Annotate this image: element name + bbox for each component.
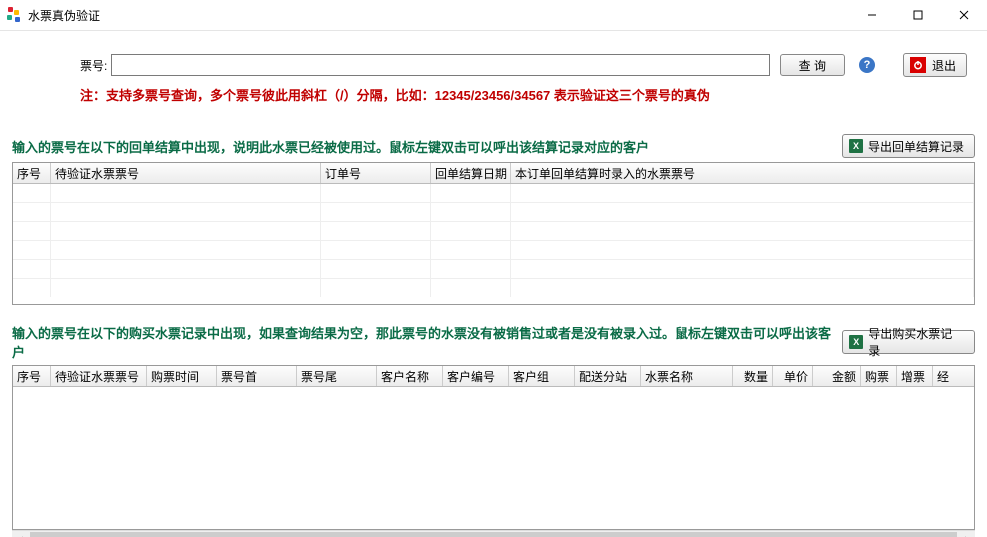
window-controls (849, 0, 987, 30)
col-ticket[interactable]: 待验证水票票号 (51, 163, 321, 183)
settlement-table-body[interactable] (13, 184, 974, 304)
col-entered[interactable]: 本订单回单结算时录入的水票票号 (511, 163, 974, 183)
scroll-right-button[interactable] (958, 531, 975, 537)
purchase-table: 序号 待验证水票票号 购票时间 票号首 票号尾 客户名称 客户编号 客户组 配送… (12, 365, 975, 530)
col-via[interactable]: 经 (933, 366, 974, 386)
table-row[interactable] (13, 279, 974, 297)
power-icon (910, 57, 926, 73)
exit-button-label: 退出 (932, 57, 956, 74)
query-button[interactable]: 查 询 (780, 54, 845, 76)
col-price[interactable]: 单价 (773, 366, 813, 386)
export-settlement-label: 导出回单结算记录 (868, 138, 964, 155)
purchase-table-body[interactable] (13, 387, 974, 529)
scroll-thumb[interactable] (30, 532, 957, 537)
excel-icon: X (849, 335, 863, 349)
section2-desc: 输入的票号在以下的购买水票记录中出现，如果查询结果为空，那此票号的水票没有被销售… (12, 323, 842, 361)
table-row[interactable] (13, 184, 974, 203)
horizontal-scrollbar[interactable] (12, 530, 975, 537)
table-row[interactable] (13, 260, 974, 279)
section1-desc: 输入的票号在以下的回单结算中出现，说明此水票已经被使用过。鼠标左键双击可以呼出该… (12, 137, 649, 156)
col-seq[interactable]: 序号 (13, 163, 51, 183)
exit-button[interactable]: 退出 (903, 53, 967, 77)
table-row[interactable] (13, 241, 974, 260)
maximize-button[interactable] (895, 0, 941, 30)
col-seq[interactable]: 序号 (13, 366, 51, 386)
col-custname[interactable]: 客户名称 (377, 366, 443, 386)
titlebar: 水票真伪验证 (0, 0, 987, 31)
settlement-table: 序号 待验证水票票号 订单号 回单结算日期 本订单回单结算时录入的水票票号 (12, 162, 975, 305)
settlement-table-header: 序号 待验证水票票号 订单号 回单结算日期 本订单回单结算时录入的水票票号 (13, 163, 974, 184)
close-button[interactable] (941, 0, 987, 30)
purchase-table-header: 序号 待验证水票票号 购票时间 票号首 票号尾 客户名称 客户编号 客户组 配送… (13, 366, 974, 387)
col-custno[interactable]: 客户编号 (443, 366, 509, 386)
help-icon[interactable]: ? (859, 57, 875, 73)
col-tickettail[interactable]: 票号尾 (297, 366, 377, 386)
note-text: 注：支持多票号查询，多个票号彼此用斜杠（/）分隔，比如：12345/23456/… (80, 85, 967, 104)
col-add[interactable]: 增票 (897, 366, 933, 386)
query-row: 票号: 查 询 ? 退出 (80, 53, 967, 77)
query-button-label: 查 询 (799, 57, 826, 74)
app-icon (6, 7, 22, 23)
minimize-button[interactable] (849, 0, 895, 30)
table-row[interactable] (13, 222, 974, 241)
excel-icon: X (849, 139, 863, 153)
export-settlement-button[interactable]: X 导出回单结算记录 (842, 134, 975, 158)
export-purchase-label: 导出购买水票记录 (868, 325, 964, 359)
col-ticketname[interactable]: 水票名称 (641, 366, 733, 386)
ticket-input[interactable] (111, 54, 769, 76)
window-title: 水票真伪验证 (28, 7, 100, 24)
col-tickethead[interactable]: 票号首 (217, 366, 297, 386)
col-buy[interactable]: 购票 (861, 366, 897, 386)
scroll-left-button[interactable] (12, 531, 29, 537)
col-settledate[interactable]: 回单结算日期 (431, 163, 511, 183)
ticket-label: 票号: (80, 57, 107, 74)
export-purchase-button[interactable]: X 导出购买水票记录 (842, 330, 975, 354)
col-buytime[interactable]: 购票时间 (147, 366, 217, 386)
section2-header: 输入的票号在以下的购买水票记录中出现，如果查询结果为空，那此票号的水票没有被销售… (12, 323, 975, 361)
col-amount[interactable]: 金额 (813, 366, 861, 386)
col-station[interactable]: 配送分站 (575, 366, 641, 386)
col-order[interactable]: 订单号 (321, 163, 431, 183)
col-qty[interactable]: 数量 (733, 366, 773, 386)
col-custgroup[interactable]: 客户组 (509, 366, 575, 386)
table-row[interactable] (13, 203, 974, 222)
col-ticket[interactable]: 待验证水票票号 (51, 366, 147, 386)
section1-header: 输入的票号在以下的回单结算中出现，说明此水票已经被使用过。鼠标左键双击可以呼出该… (12, 134, 975, 158)
